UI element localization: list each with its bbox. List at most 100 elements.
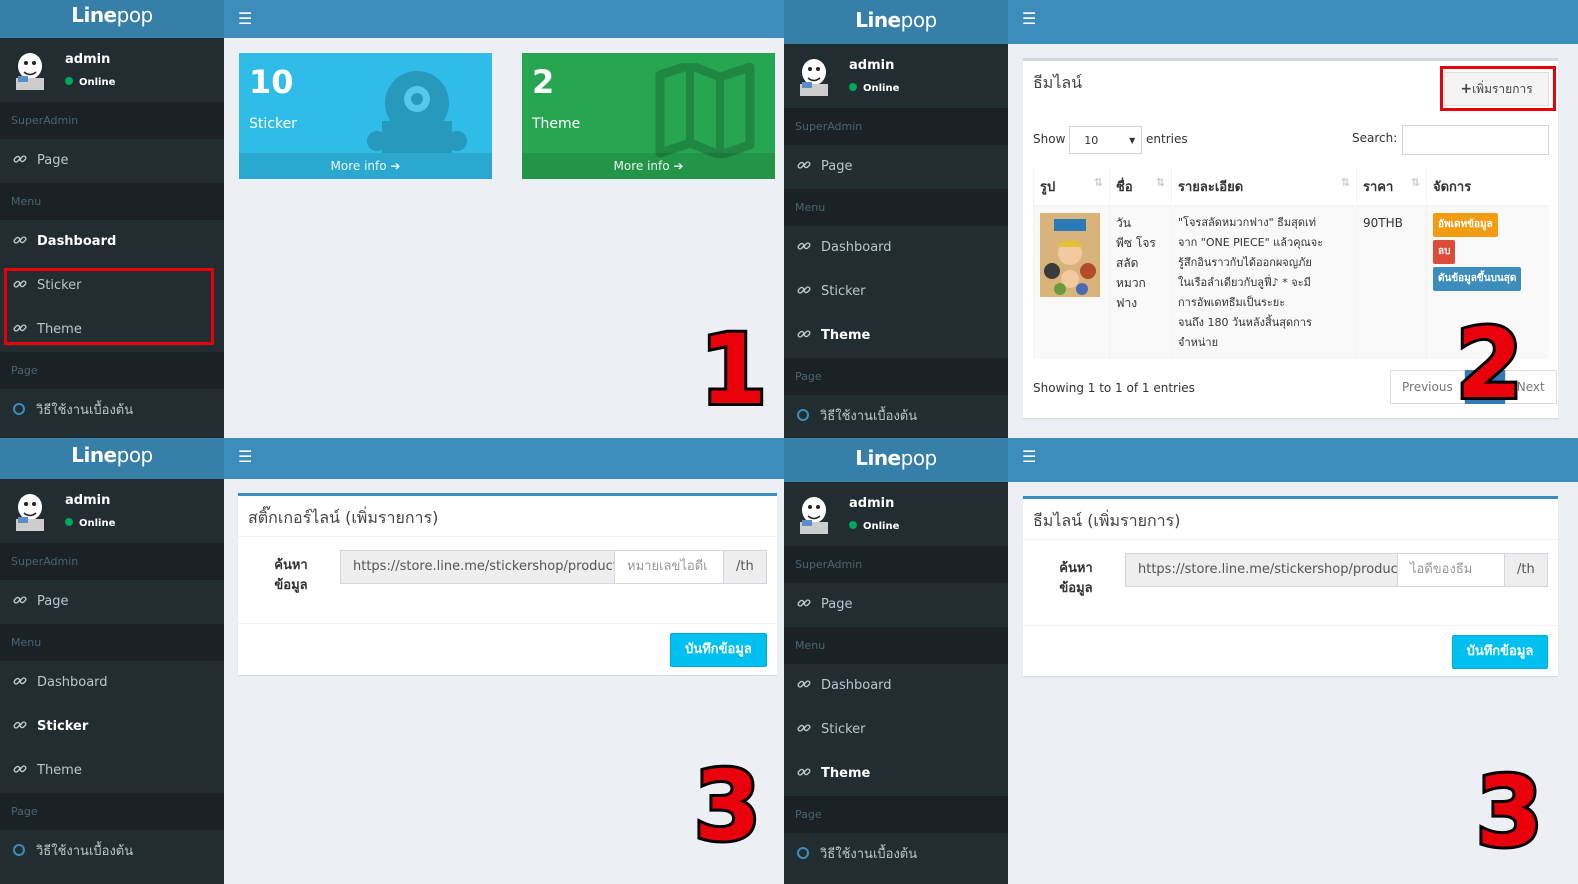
brand-logo[interactable]: Linepop xyxy=(0,0,224,38)
sidebar: Linepop admin Online SuperAdmin Page Men… xyxy=(784,0,1008,438)
circle-icon xyxy=(13,844,25,856)
sidebar-item-guide[interactable]: วิธีใช้งานเบื้องต้น xyxy=(0,830,224,874)
sidebar-item-dashboard[interactable]: Dashboard xyxy=(784,226,1008,270)
menu-toggle-icon[interactable]: ☰ xyxy=(238,11,252,27)
theme-id-input[interactable]: ไอดีของธีม xyxy=(1397,553,1505,587)
column-header-detail[interactable]: รายละเอียด ⇅ xyxy=(1171,168,1357,207)
avatar xyxy=(794,54,834,98)
sticker-card-label: Sticker xyxy=(249,116,297,132)
sidebar-header-page: Page xyxy=(0,352,224,389)
sidebar-item-page[interactable]: Page xyxy=(0,580,224,624)
user-name: admin xyxy=(849,58,895,73)
menu-toggle-icon[interactable]: ☰ xyxy=(1022,11,1036,27)
brand-logo[interactable]: Linepop xyxy=(0,438,224,479)
top-navbar: ☰ xyxy=(1008,438,1578,482)
sidebar-item-page[interactable]: Page xyxy=(0,139,224,183)
save-button[interactable]: บันทึกข้อมูล xyxy=(1452,635,1548,669)
search-input[interactable] xyxy=(1402,125,1549,155)
avatar xyxy=(10,489,50,533)
page-size-select[interactable]: 10 ▼ xyxy=(1069,125,1143,154)
sidebar-item-guide[interactable]: วิธีใช้งานเบื้องต้น xyxy=(784,833,1008,877)
table-info: Showing 1 to 1 of 1 entries xyxy=(1033,381,1195,395)
column-header-manage: จัดการ xyxy=(1426,168,1549,207)
sidebar-header-superadmin: SuperAdmin xyxy=(0,102,224,139)
column-header-name[interactable]: ชื่อ ⇅ xyxy=(1109,168,1172,207)
column-header-image[interactable]: รูป ⇅ xyxy=(1033,168,1110,207)
highlight-box xyxy=(1440,66,1556,111)
sticker-more-info-link[interactable]: More info ➔ xyxy=(239,153,492,179)
link-icon xyxy=(797,765,811,779)
sticker-form-box: สติ๊กเกอร์ไลน์ (เพิ่มรายการ) ค้นหา ข้อมูล… xyxy=(238,493,777,675)
sidebar-header-superadmin: SuperAdmin xyxy=(0,543,224,580)
sidebar-item-theme[interactable]: Theme xyxy=(0,749,224,793)
sidebar-item-dashboard[interactable]: Dashboard xyxy=(0,220,224,264)
form-title: สติ๊กเกอร์ไลน์ (เพิ่มรายการ) xyxy=(248,508,439,527)
sidebar-item-theme[interactable]: Theme xyxy=(784,752,1008,796)
sticker-url-group: https://store.line.me/stickershop/produc… xyxy=(340,550,767,584)
panel-theme-form: Linepop admin Online SuperAdmin Page Men… xyxy=(784,438,1578,884)
box-title: ธีมไลน์ xyxy=(1033,73,1083,92)
online-dot-icon xyxy=(65,77,73,85)
link-icon xyxy=(13,593,27,607)
sidebar-item-sticker[interactable]: Sticker xyxy=(784,708,1008,752)
online-dot-icon xyxy=(849,83,857,91)
theme-detail: "โจรสลัดหมวกฟาง" ธีมสุดเท่ จาก "ONE PIEC… xyxy=(1171,206,1357,359)
search-data-label: ค้นหา ข้อมูล xyxy=(1059,561,1093,596)
menu-toggle-icon[interactable]: ☰ xyxy=(1022,449,1036,465)
caret-down-icon: ▼ xyxy=(1129,135,1136,145)
user-name: admin xyxy=(849,496,895,511)
sidebar-header-menu: Menu xyxy=(0,624,224,661)
move-to-top-button[interactable]: ดันข้อมูลขึ้นบนสุด xyxy=(1433,267,1522,291)
sticker-count: 10 xyxy=(249,63,294,101)
avatar xyxy=(794,492,834,536)
save-button[interactable]: บันทึกข้อมูล xyxy=(670,633,767,667)
user-panel: admin Online xyxy=(0,479,224,543)
sidebar-item-guide[interactable]: วิธีใช้งานเบื้องต้น xyxy=(0,389,224,433)
theme-more-info-link[interactable]: More info ➔ xyxy=(522,153,775,179)
stat-card-sticker: 10 Sticker More info ➔ xyxy=(239,53,492,179)
sidebar-header-page: Page xyxy=(0,793,224,830)
sidebar-item-sticker[interactable]: Sticker xyxy=(0,705,224,749)
url-suffix: /th xyxy=(723,550,767,584)
sidebar-item-guide[interactable]: วิธีใช้งานเบื้องต้น xyxy=(784,395,1008,438)
sticker-id-input[interactable]: หมายเลขไอดีเ xyxy=(614,550,724,584)
theme-name: วัน พีซ โจร สลัด หมวก ฟาง xyxy=(1109,206,1172,359)
user-status: Online xyxy=(65,77,115,88)
link-icon xyxy=(797,239,811,253)
sidebar-item-dashboard[interactable]: Dashboard xyxy=(784,664,1008,708)
sidebar-header-menu: Menu xyxy=(784,189,1008,226)
theme-url-group: https://store.line.me/stickershop/produc… xyxy=(1125,553,1548,587)
step-number-3b: 3 xyxy=(1473,756,1546,868)
user-status: Online xyxy=(849,521,899,532)
divider xyxy=(1023,625,1558,626)
brand-logo[interactable]: Linepop xyxy=(784,0,1008,44)
sidebar-item-theme[interactable]: Theme xyxy=(784,314,1008,358)
link-icon xyxy=(13,762,27,776)
update-button[interactable]: อัพเดทข้อมูล xyxy=(1433,213,1498,237)
menu-toggle-icon[interactable]: ☰ xyxy=(238,449,252,465)
arrow-circle-right-icon: ➔ xyxy=(390,159,401,173)
url-suffix: /th xyxy=(1504,553,1548,587)
step-number-2: 2 xyxy=(1453,308,1526,420)
link-icon xyxy=(13,152,27,166)
show-entries: Show 10 ▼ entries xyxy=(1033,125,1188,154)
sidebar-header-page: Page xyxy=(784,796,1008,833)
user-name: admin xyxy=(65,52,111,67)
sidebar-item-dashboard[interactable]: Dashboard xyxy=(0,661,224,705)
sidebar-item-page[interactable]: Page xyxy=(784,145,1008,189)
link-icon xyxy=(797,677,811,691)
url-prefix: https://store.line.me/stickershop/produc… xyxy=(340,550,622,584)
delete-button[interactable]: ลบ xyxy=(1433,240,1456,264)
brand-logo[interactable]: Linepop xyxy=(784,438,1008,482)
stat-card-theme: 2 Theme More info ➔ xyxy=(522,53,775,179)
column-header-price[interactable]: ราคา ⇅ xyxy=(1356,168,1427,207)
step-number-1: 1 xyxy=(697,314,770,426)
search-data-label: ค้นหา ข้อมูล xyxy=(274,558,308,593)
panel-dashboard: Linepop admin Online SuperAdmin Page Men… xyxy=(0,0,784,438)
link-icon xyxy=(797,283,811,297)
previous-button[interactable]: Previous xyxy=(1390,370,1465,404)
sidebar-header-menu: Menu xyxy=(0,183,224,220)
top-navbar: ☰ xyxy=(1008,0,1578,44)
sidebar-item-sticker[interactable]: Sticker xyxy=(784,270,1008,314)
sidebar-item-page[interactable]: Page xyxy=(784,583,1008,627)
